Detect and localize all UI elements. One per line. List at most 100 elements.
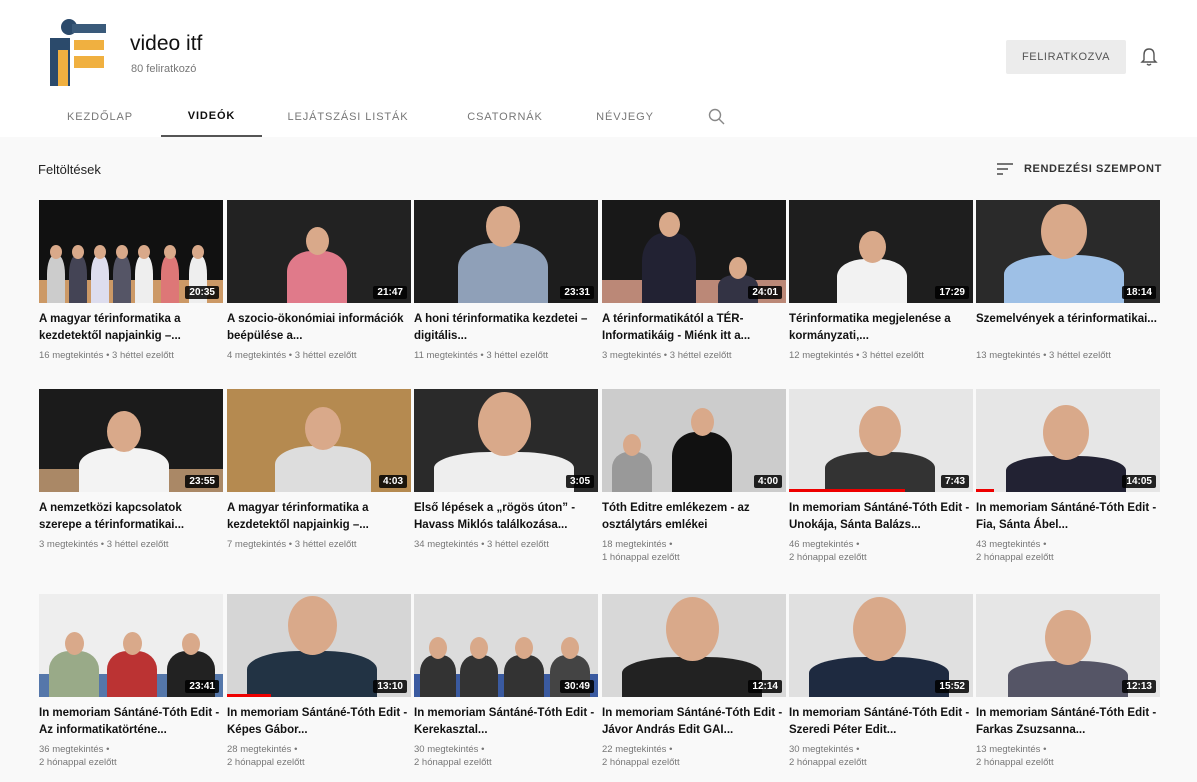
video-title[interactable]: In memoriam Sántáné-Tóth Edit - Unokája,… <box>789 500 973 534</box>
video-title[interactable]: A nemzetközi kapcsolatok szerepe a térin… <box>39 500 223 534</box>
video-meta: 46 megtekintés • 2 hónappal ezelőtt <box>789 538 973 564</box>
subscribe-button[interactable]: FELIRATKOZVA <box>1006 40 1126 74</box>
sort-icon <box>997 163 1013 175</box>
video-card[interactable]: 18:14 Szemelvények a térinformatikai... 13… <box>976 200 1160 362</box>
video-thumbnail[interactable]: 3:05 <box>414 389 598 492</box>
video-card[interactable]: 23:41 In memoriam Sántáné-Tóth Edit - Az … <box>39 594 223 769</box>
thumbnail-person <box>69 255 87 303</box>
video-card[interactable]: 24:01 A térinformatikától a TÉR-Informati… <box>602 200 786 362</box>
thumbnail-face <box>470 637 488 659</box>
video-title[interactable]: In memoriam Sántáné-Tóth Edit - Szeredi … <box>789 705 973 739</box>
thumbnail-face <box>658 212 680 237</box>
video-title[interactable]: In memoriam Sántáné-Tóth Edit - Jávor An… <box>602 705 786 739</box>
view-count: 12 megtekintés <box>789 350 854 361</box>
video-meta: 3 megtekintés • 3 héttel ezelőtt <box>39 538 223 551</box>
video-meta: 30 megtekintés • 2 hónappal ezelőtt <box>789 743 973 769</box>
video-meta: 16 megtekintés • 3 héttel ezelőtt <box>39 349 223 362</box>
video-thumbnail[interactable]: 24:01 <box>602 200 786 303</box>
tab-channels[interactable]: CSATORNÁK <box>456 96 554 137</box>
video-thumbnail[interactable]: 23:31 <box>414 200 598 303</box>
video-title[interactable]: In memoriam Sántáné-Tóth Edit - Kerekasz… <box>414 705 598 739</box>
video-card[interactable]: 15:52 In memoriam Sántáné-Tóth Edit - Sze… <box>789 594 973 769</box>
video-card[interactable]: 23:31 A honi térinformatika kezdetei – di… <box>414 200 598 362</box>
video-duration: 30:49 <box>560 680 594 693</box>
video-thumbnail[interactable]: 12:13 <box>976 594 1160 697</box>
video-thumbnail[interactable]: 23:41 <box>39 594 223 697</box>
video-card[interactable]: 21:47 A szocio-ökonómiai információk beép… <box>227 200 411 362</box>
video-title[interactable]: A térinformatikától a TÉR-Informatikáig … <box>602 311 786 345</box>
video-thumbnail[interactable]: 13:10 <box>227 594 411 697</box>
tab-about[interactable]: NÉVJEGY <box>583 96 667 137</box>
video-title[interactable]: A honi térinformatika kezdetei – digitál… <box>414 311 598 345</box>
thumbnail-face <box>164 245 176 259</box>
video-title[interactable]: Tóth Editre emlékezem - az osztálytárs e… <box>602 500 786 534</box>
search-icon[interactable] <box>707 107 727 127</box>
video-card[interactable]: 20:35 A magyar térinformatika a kezdetekt… <box>39 200 223 362</box>
sort-button[interactable]: RENDEZÉSI SZEMPONT <box>996 159 1162 179</box>
video-thumbnail[interactable]: 23:55 <box>39 389 223 492</box>
video-title[interactable]: A magyar térinformatika a kezdetektől na… <box>39 311 223 345</box>
video-thumbnail[interactable]: 12:14 <box>602 594 786 697</box>
tab-playlists[interactable]: LEJÁTSZÁSI LISTÁK <box>278 96 418 137</box>
video-card[interactable]: 12:13 In memoriam Sántáné-Tóth Edit - Far… <box>976 594 1160 769</box>
video-card[interactable]: 4:00 Tóth Editre emlékezem - az osztálytá… <box>602 389 786 564</box>
video-card[interactable]: 30:49 In memoriam Sántáné-Tóth Edit - Ker… <box>414 594 598 769</box>
video-duration: 23:55 <box>185 475 219 488</box>
video-thumbnail[interactable]: 18:14 <box>976 200 1160 303</box>
video-thumbnail[interactable]: 7:43 <box>789 389 973 492</box>
watch-progress-bar <box>227 694 272 697</box>
video-thumbnail[interactable]: 17:29 <box>789 200 973 303</box>
video-title[interactable]: In memoriam Sántáné-Tóth Edit - Farkas Z… <box>976 705 1160 739</box>
video-title[interactable]: In memoriam Sántáné-Tóth Edit - Fia, Sán… <box>976 500 1160 534</box>
meta-separator: • <box>98 539 107 550</box>
video-title[interactable]: In memoriam Sántáné-Tóth Edit - Képes Gá… <box>227 705 411 739</box>
video-card[interactable]: 17:29 Térinformatika megjelenése a kormán… <box>789 200 973 362</box>
channel-logo[interactable] <box>44 18 108 90</box>
video-title[interactable]: Szemelvények a térinformatikai... <box>976 311 1160 345</box>
video-card[interactable]: 4:03 A magyar térinformatika a kezdetektő… <box>227 389 411 551</box>
video-meta: 12 megtekintés • 3 héttel ezelőtt <box>789 349 973 362</box>
upload-age: 2 hónappal ezelőtt <box>602 757 680 768</box>
video-thumbnail[interactable]: 30:49 <box>414 594 598 697</box>
video-thumbnail[interactable]: 4:03 <box>227 389 411 492</box>
thumbnail-person <box>837 259 907 303</box>
thumbnail-face <box>64 632 84 655</box>
thumbnail-face <box>287 596 337 655</box>
tab-videos[interactable]: VIDEÓK <box>161 96 262 137</box>
thumbnail-face <box>729 257 747 279</box>
thumbnail-person <box>1006 456 1126 492</box>
video-title[interactable]: In memoriam Sántáné-Tóth Edit - Az infor… <box>39 705 223 739</box>
view-count: 28 megtekintés <box>227 744 292 755</box>
video-title[interactable]: A szocio-ökonómiai információk beépülése… <box>227 311 411 345</box>
video-title[interactable]: Térinformatika megjelenése a kormányzati… <box>789 311 973 345</box>
channel-name[interactable]: video itf <box>130 32 202 56</box>
sort-label: RENDEZÉSI SZEMPONT <box>1024 163 1162 175</box>
video-card[interactable]: 13:10 In memoriam Sántáné-Tóth Edit - Kép… <box>227 594 411 769</box>
video-meta: 7 megtekintés • 3 héttel ezelőtt <box>227 538 411 551</box>
video-title[interactable]: Első lépések a „rögös úton” - Havass Mik… <box>414 500 598 534</box>
video-duration: 3:05 <box>565 475 594 488</box>
video-thumbnail[interactable]: 20:35 <box>39 200 223 303</box>
thumbnail-person <box>107 651 157 697</box>
video-title[interactable]: A magyar térinformatika a kezdetektől na… <box>227 500 411 534</box>
video-thumbnail[interactable]: 15:52 <box>789 594 973 697</box>
video-card[interactable]: 23:55 A nemzetközi kapcsolatok szerepe a … <box>39 389 223 551</box>
thumbnail-face <box>138 245 150 259</box>
video-card[interactable]: 12:14 In memoriam Sántáné-Tóth Edit - Jáv… <box>602 594 786 769</box>
tab-home[interactable]: KEZDŐLAP <box>57 96 143 137</box>
video-card[interactable]: 7:43 In memoriam Sántáné-Tóth Edit - Unok… <box>789 389 973 564</box>
view-count: 34 megtekintés <box>414 539 479 550</box>
thumbnail-face <box>107 411 141 452</box>
meta-separator: • <box>666 744 673 755</box>
view-count: 13 megtekintés <box>976 350 1041 361</box>
bell-icon[interactable] <box>1140 47 1158 67</box>
video-duration: 18:14 <box>1122 286 1156 299</box>
video-thumbnail[interactable]: 14:05 <box>976 389 1160 492</box>
thumbnail-person <box>612 452 652 492</box>
video-meta: 28 megtekintés • 2 hónappal ezelőtt <box>227 743 411 769</box>
video-thumbnail[interactable]: 4:00 <box>602 389 786 492</box>
video-card[interactable]: 14:05 In memoriam Sántáné-Tóth Edit - Fia… <box>976 389 1160 564</box>
channel-header: video itf 80 feliratkozó FELIRATKOZVA KE… <box>0 0 1197 137</box>
video-thumbnail[interactable]: 21:47 <box>227 200 411 303</box>
video-card[interactable]: 3:05 Első lépések a „rögös úton” - Havass… <box>414 389 598 551</box>
